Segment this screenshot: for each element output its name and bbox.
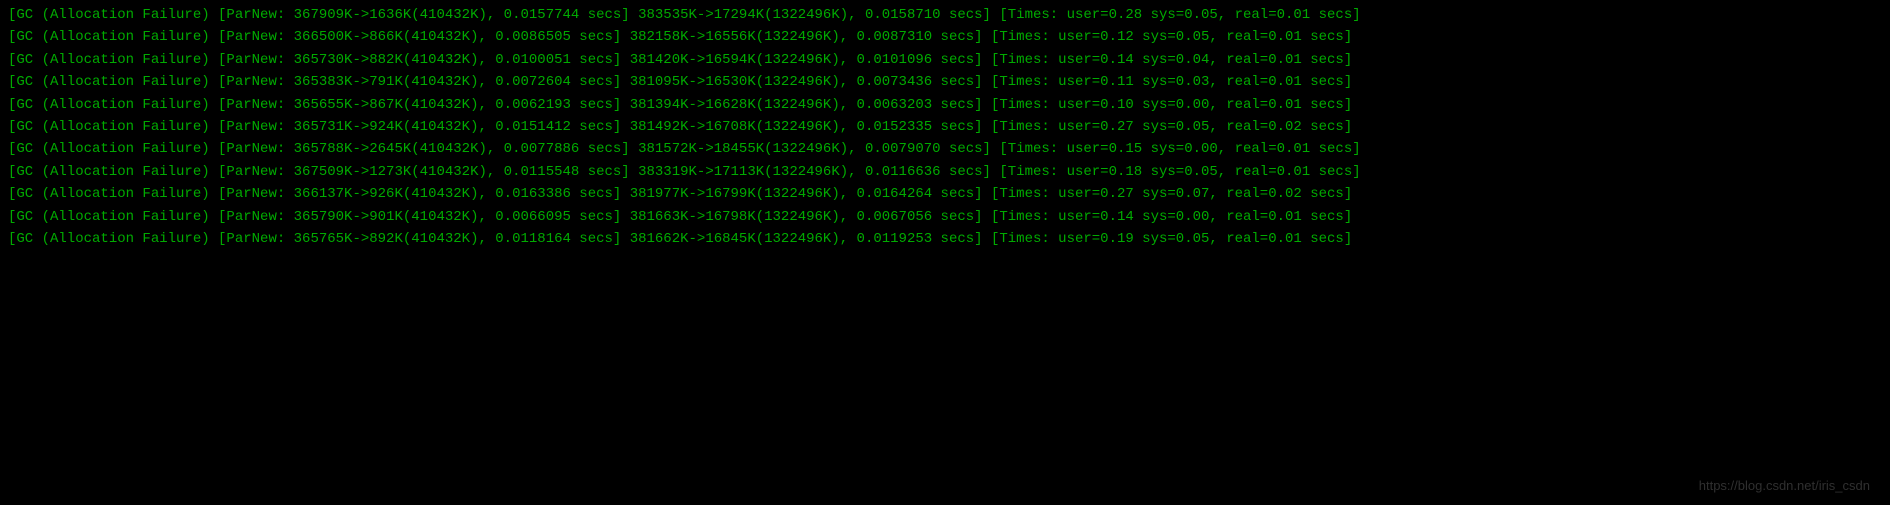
gc-log-line: [GC (Allocation Failure) [ParNew: 365788… [8,138,1882,160]
gc-log-line: [GC (Allocation Failure) [ParNew: 365730… [8,49,1882,71]
gc-log-line: [GC (Allocation Failure) [ParNew: 367909… [8,4,1882,26]
terminal-output: [GC (Allocation Failure) [ParNew: 367909… [8,4,1882,250]
gc-log-line: [GC (Allocation Failure) [ParNew: 365790… [8,206,1882,228]
gc-log-line: [GC (Allocation Failure) [ParNew: 365731… [8,116,1882,138]
watermark-text: https://blog.csdn.net/iris_csdn [1699,476,1870,497]
gc-log-line: [GC (Allocation Failure) [ParNew: 365655… [8,94,1882,116]
gc-log-line: [GC (Allocation Failure) [ParNew: 366500… [8,26,1882,48]
gc-log-line: [GC (Allocation Failure) [ParNew: 365383… [8,71,1882,93]
gc-log-line: [GC (Allocation Failure) [ParNew: 365765… [8,228,1882,250]
gc-log-line: [GC (Allocation Failure) [ParNew: 367509… [8,161,1882,183]
gc-log-line: [GC (Allocation Failure) [ParNew: 366137… [8,183,1882,205]
